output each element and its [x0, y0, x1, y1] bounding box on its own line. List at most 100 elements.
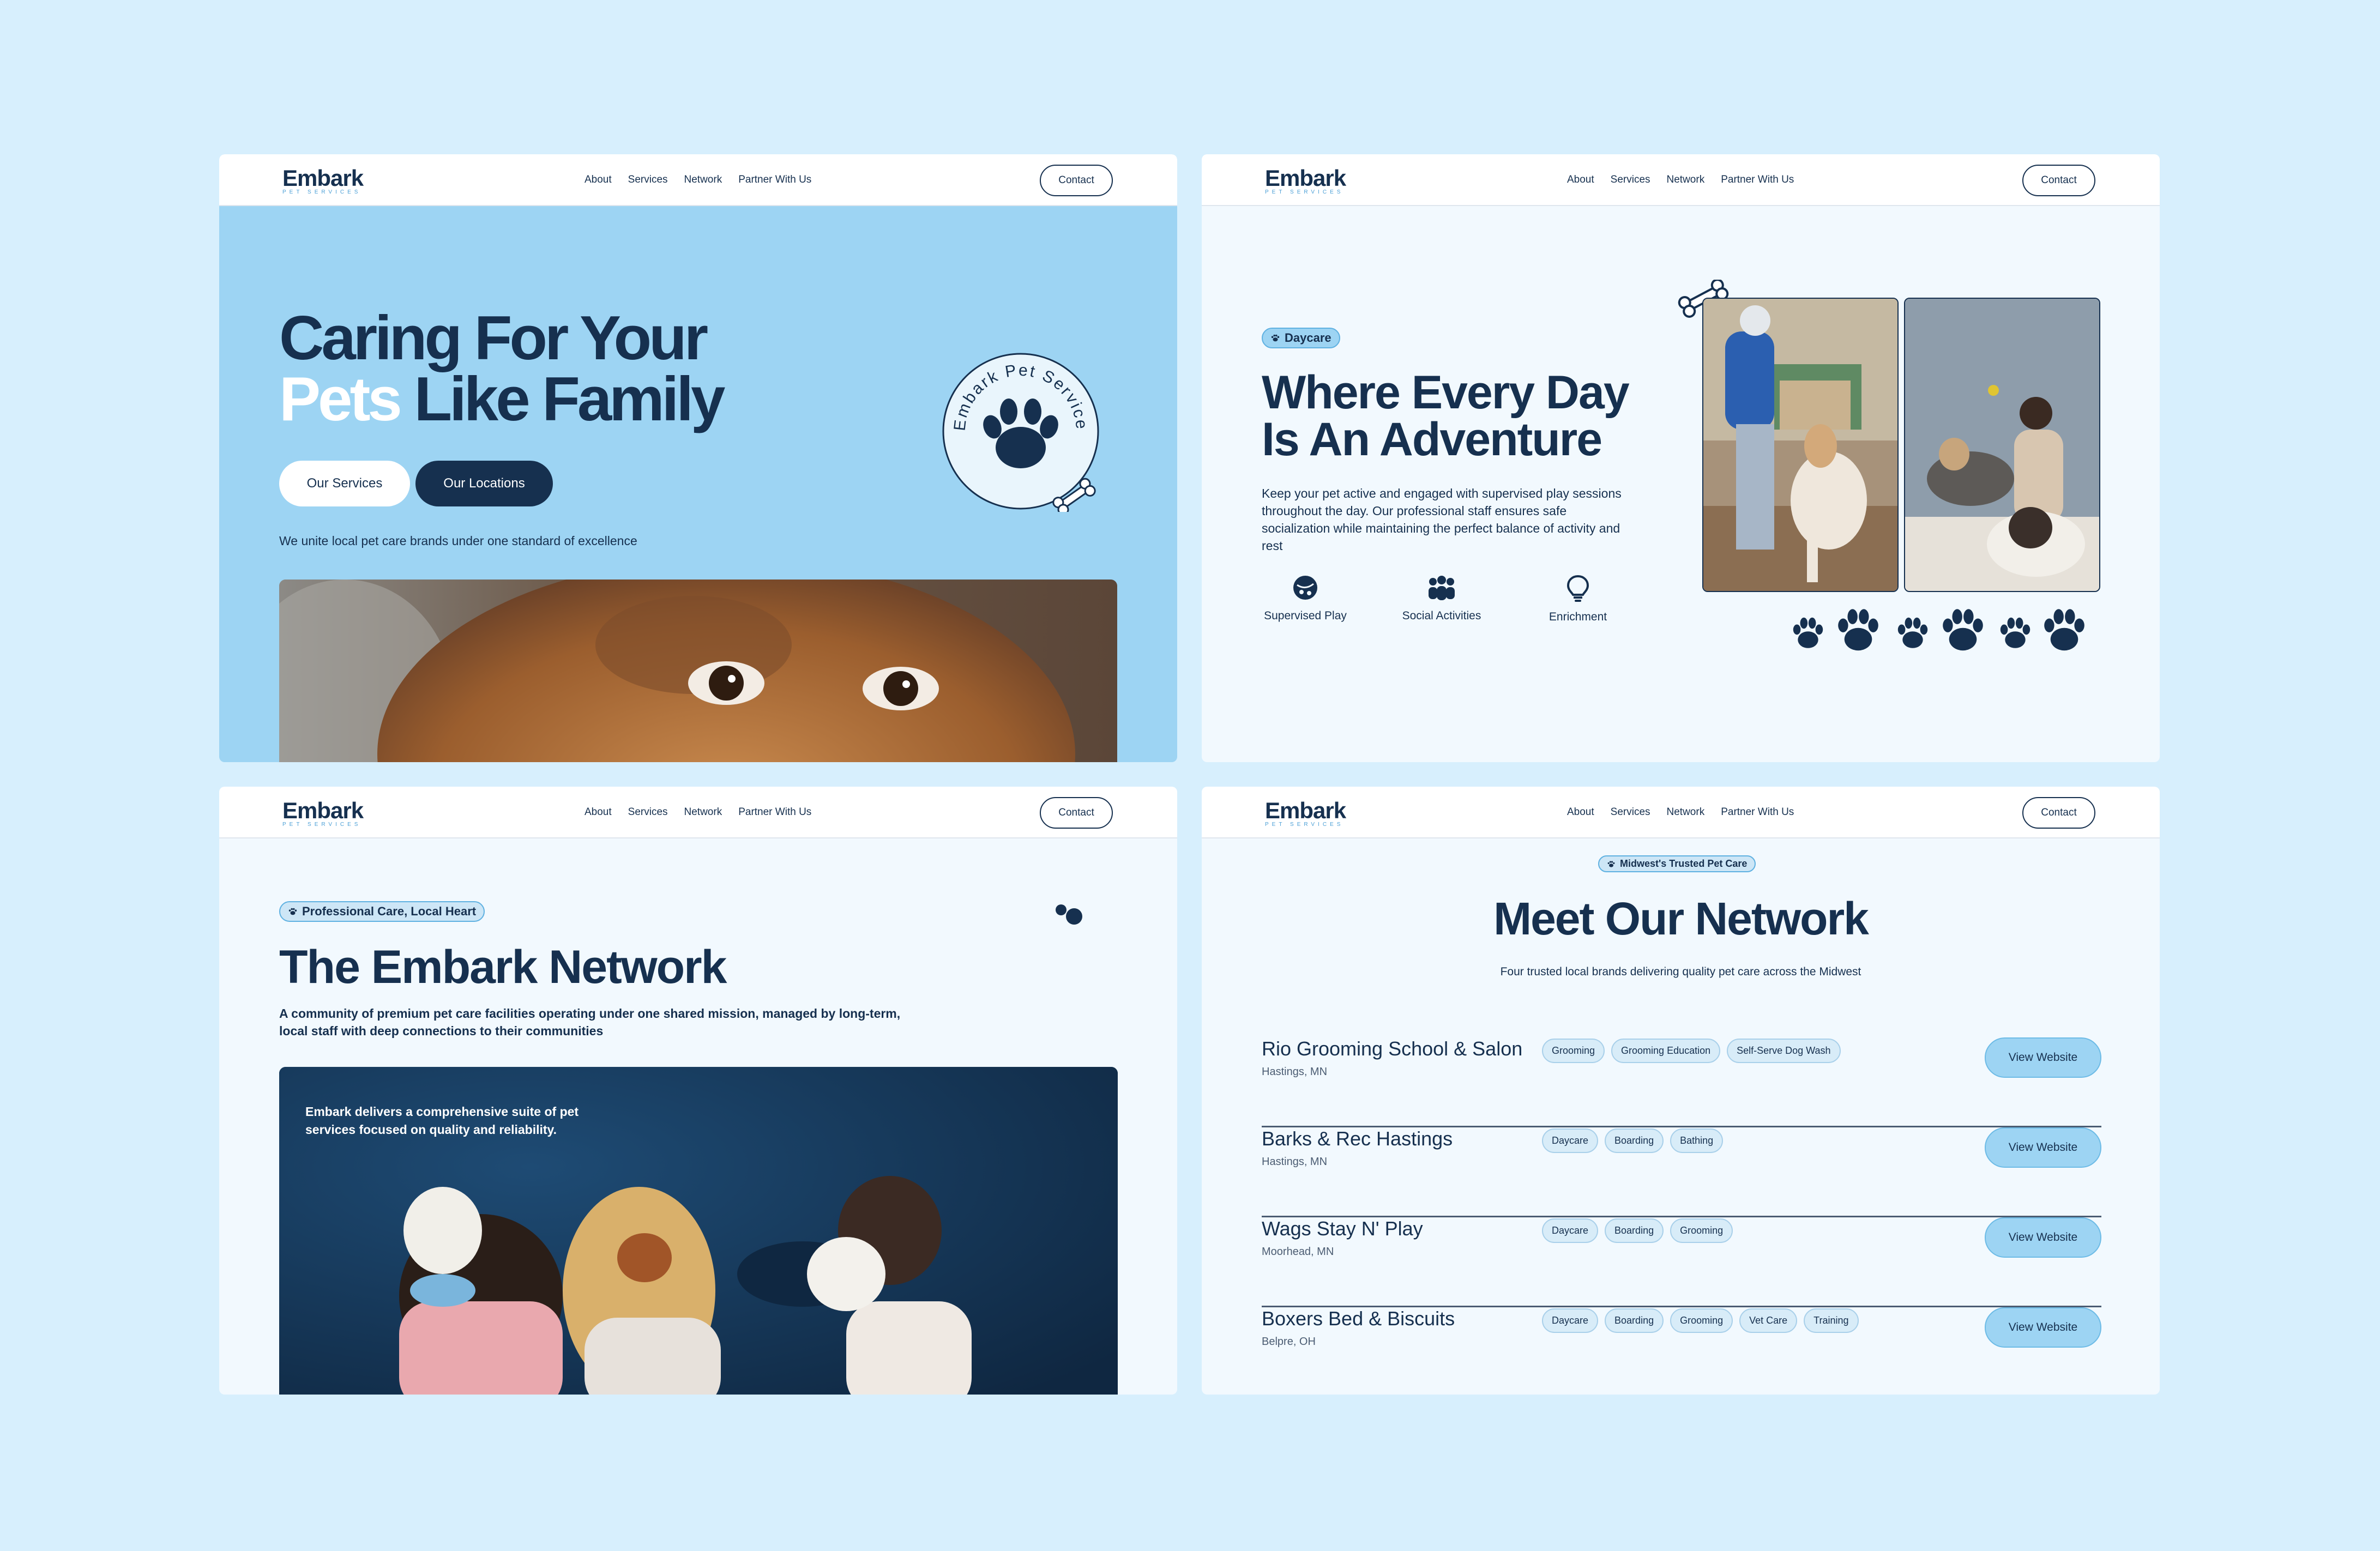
- our-services-button[interactable]: Our Services: [279, 461, 410, 506]
- network-intro-panel: Embark PET SERVICES About Services Netwo…: [219, 787, 1177, 1395]
- service-tags: Daycare Boarding Grooming: [1542, 1218, 1733, 1243]
- nav-link-partner[interactable]: Partner With Us: [1721, 174, 1794, 186]
- embark-seal-badge: Embark Pet Services: [940, 351, 1099, 512]
- service-tag: Bathing: [1670, 1128, 1724, 1153]
- feature-enrichment: Enrichment: [1518, 574, 1638, 624]
- service-tag: Daycare: [1542, 1128, 1599, 1153]
- daycare-badge-label: Daycare: [1285, 331, 1331, 345]
- photo-caption: Embark delivers a comprehensive suite of…: [305, 1105, 579, 1137]
- feature-label: Enrichment: [1548, 611, 1607, 623]
- feature-supervised-play: Supervised Play: [1245, 574, 1365, 623]
- paw-icon: [1838, 609, 1878, 651]
- nav-link-about[interactable]: About: [1567, 174, 1594, 186]
- nav-link-network[interactable]: Network: [684, 806, 722, 818]
- network-row-barks: Barks & Rec Hastings Hastings, MN Daycar…: [1262, 1127, 2101, 1217]
- service-tag: Boarding: [1605, 1128, 1664, 1153]
- trusted-care-badge: Midwest's Trusted Pet Care: [1598, 855, 1756, 872]
- service-tag: Boarding: [1605, 1218, 1664, 1243]
- contact-button[interactable]: Contact: [1040, 165, 1113, 196]
- top-nav: Embark PET SERVICES About Services Netwo…: [219, 787, 1177, 838]
- trusted-care-badge-label: Midwest's Trusted Pet Care: [1620, 858, 1748, 869]
- professional-care-badge: Professional Care, Local Heart: [279, 901, 485, 922]
- service-tag: Grooming: [1670, 1218, 1733, 1243]
- logo-tagline: PET SERVICES: [1265, 189, 1344, 195]
- paw-icon: [1793, 617, 1823, 648]
- network-row-rio: Rio Grooming School & Salon Hastings, MN…: [1262, 1037, 2101, 1127]
- nav-link-about[interactable]: About: [585, 174, 612, 186]
- nav-link-about[interactable]: About: [585, 806, 612, 818]
- nav-link-partner[interactable]: Partner With Us: [1721, 806, 1794, 818]
- daycare-title-line2: Is An Adventure: [1262, 413, 1602, 466]
- top-nav: Embark PET SERVICES About Services Netwo…: [219, 154, 1177, 206]
- view-website-button[interactable]: View Website: [1985, 1307, 2101, 1348]
- nav-link-services[interactable]: Services: [628, 806, 668, 818]
- network-list-panel: Embark PET SERVICES About Services Netwo…: [1202, 787, 2160, 1395]
- paw-prints-decoration: [1793, 609, 2084, 651]
- location-name: Rio Grooming School & Salon: [1262, 1037, 1523, 1060]
- service-tag: Grooming Education: [1611, 1039, 1721, 1063]
- daycare-photo-2: [1904, 298, 2100, 592]
- daycare-photo-1: [1702, 298, 1899, 592]
- professional-care-badge-label: Professional Care, Local Heart: [302, 904, 477, 918]
- logo[interactable]: Embark PET SERVICES: [1265, 799, 1346, 828]
- dog-closeup-photo: [279, 580, 1117, 762]
- logo[interactable]: Embark PET SERVICES: [1265, 166, 1346, 196]
- location-city: Moorhead, MN: [1262, 1246, 1334, 1258]
- women-with-dogs-photo: Embark delivers a comprehensive suite of…: [279, 1067, 1118, 1395]
- ball-icon: [1293, 576, 1317, 600]
- daycare-panel: Embark PET SERVICES About Services Netwo…: [1202, 154, 2160, 762]
- dog-face-illustration: [279, 580, 1117, 762]
- group-icon: [1429, 576, 1455, 600]
- logo-wordmark: Embark: [282, 165, 364, 191]
- location-name: Barks & Rec Hastings: [1262, 1127, 1453, 1150]
- top-nav: Embark PET SERVICES About Services Netwo…: [1202, 787, 2160, 838]
- view-website-button[interactable]: View Website: [1985, 1037, 2101, 1078]
- hero-panel: Embark PET SERVICES About Services Netwo…: [219, 154, 1177, 762]
- nav-link-network[interactable]: Network: [1667, 174, 1705, 186]
- nav-link-partner[interactable]: Partner With Us: [738, 174, 811, 186]
- paw-icon: [2000, 617, 2030, 648]
- service-tags: Daycare Boarding Bathing: [1542, 1128, 1724, 1153]
- meet-network-subtitle: Four trusted local brands delivering qua…: [1500, 965, 1861, 978]
- view-website-button[interactable]: View Website: [1985, 1217, 2101, 1258]
- nav-link-about[interactable]: About: [1567, 806, 1594, 818]
- hero-title-accent: Pets: [279, 365, 402, 434]
- logo[interactable]: Embark PET SERVICES: [282, 165, 364, 196]
- hero-subtitle: We unite local pet care brands under one…: [279, 534, 637, 548]
- meet-network-title: Meet Our Network: [1493, 893, 1869, 944]
- service-tag: Training: [1804, 1308, 1859, 1333]
- logo[interactable]: Embark PET SERVICES: [282, 799, 364, 828]
- location-city: Hastings, MN: [1262, 1156, 1328, 1168]
- nav-links: About Services Network Partner With Us: [1567, 806, 1794, 818]
- feature-label: Social Activities: [1402, 609, 1481, 622]
- nav-link-services[interactable]: Services: [1611, 806, 1650, 818]
- nav-link-network[interactable]: Network: [1667, 806, 1705, 818]
- contact-button[interactable]: Contact: [1040, 797, 1113, 829]
- our-locations-button[interactable]: Our Locations: [415, 461, 553, 506]
- service-tag: Grooming: [1670, 1308, 1733, 1333]
- woman-with-dogs-illustration: [1905, 299, 2099, 591]
- location-city: Belpre, OH: [1262, 1336, 1316, 1348]
- nav-link-services[interactable]: Services: [1611, 174, 1650, 186]
- contact-button[interactable]: Contact: [2022, 165, 2095, 196]
- network-row-wags: Wags Stay N' Play Moorhead, MN Daycare B…: [1262, 1217, 2101, 1307]
- location-city: Hastings, MN: [1262, 1066, 1328, 1078]
- hero-title-rest: Like Family: [399, 365, 725, 434]
- contact-button[interactable]: Contact: [2022, 797, 2095, 829]
- logo-tagline: PET SERVICES: [282, 822, 361, 828]
- service-tag: Grooming: [1542, 1039, 1605, 1063]
- logo-tagline: PET SERVICES: [282, 189, 361, 195]
- paw-icon: [288, 908, 297, 915]
- location-name: Wags Stay N' Play: [1262, 1217, 1423, 1240]
- location-name: Boxers Bed & Biscuits: [1262, 1307, 1455, 1330]
- nav-link-network[interactable]: Network: [684, 174, 722, 186]
- paw-icon: [1607, 860, 1615, 867]
- feature-social-activities: Social Activities: [1382, 574, 1502, 623]
- hero-title-line2: Pets Like Family: [279, 369, 725, 431]
- nav-link-partner[interactable]: Partner With Us: [738, 806, 811, 818]
- view-website-button[interactable]: View Website: [1985, 1127, 2101, 1168]
- network-title: The Embark Network: [279, 941, 727, 993]
- nav-link-services[interactable]: Services: [628, 174, 668, 186]
- lightbulb-icon: [1566, 575, 1589, 602]
- logo-tagline: PET SERVICES: [1265, 822, 1344, 828]
